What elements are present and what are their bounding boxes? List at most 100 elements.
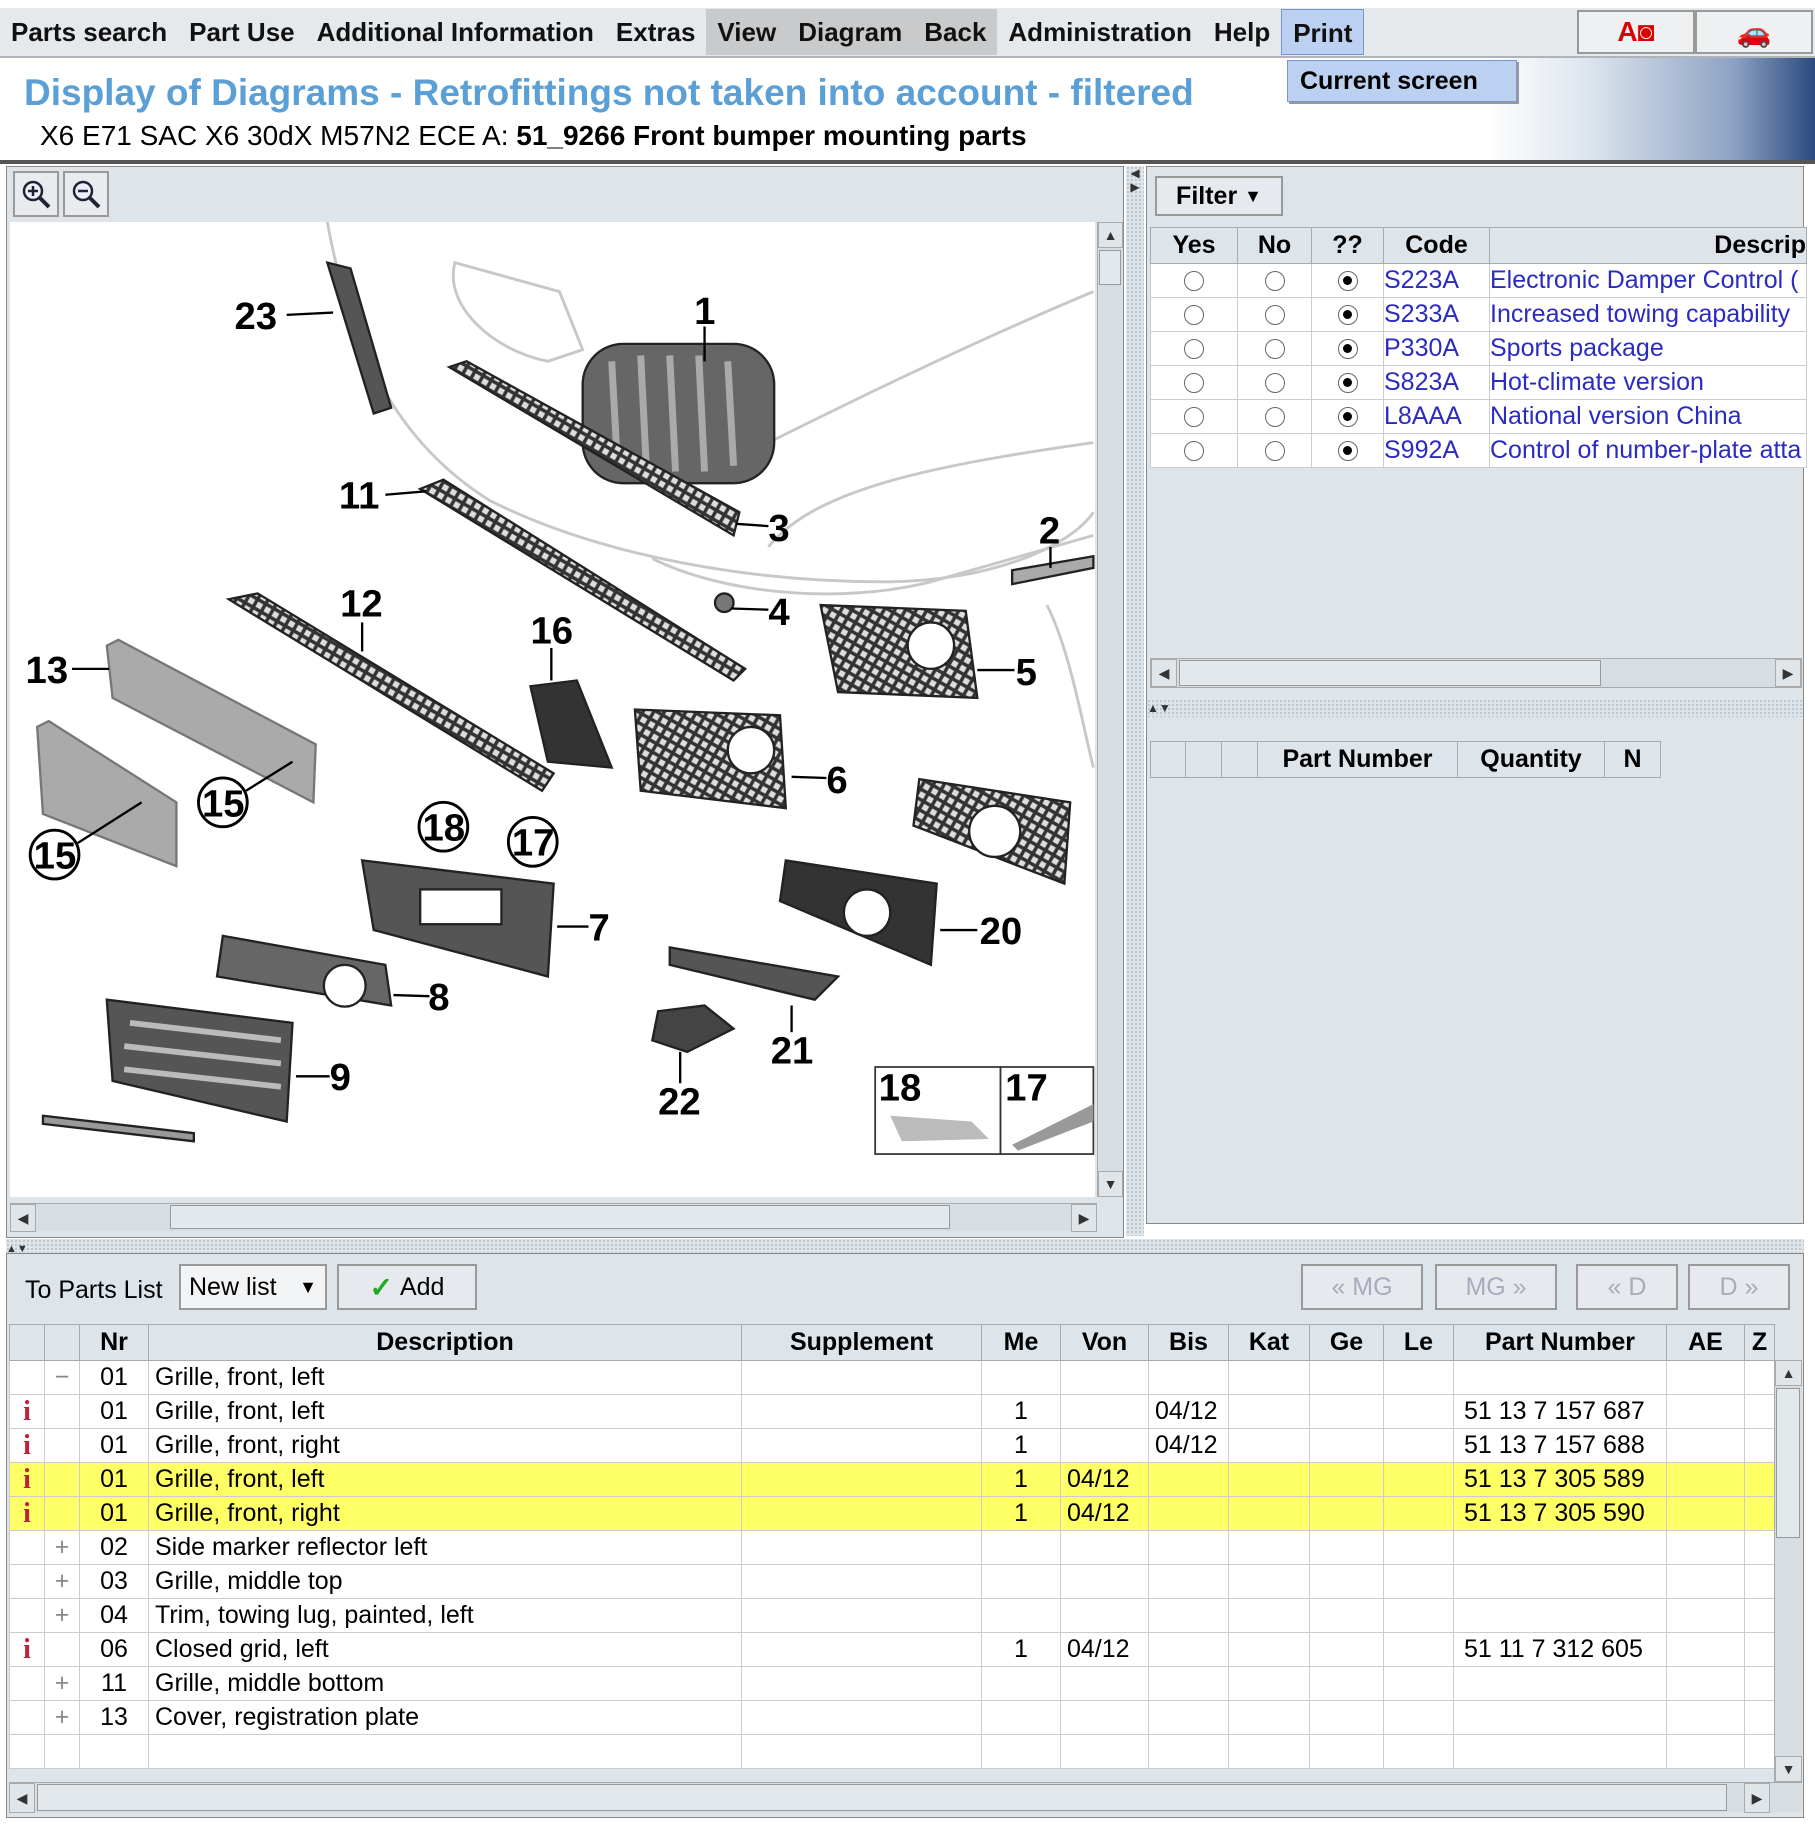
add-button[interactable]: ✓ Add: [337, 1264, 477, 1310]
table-row[interactable]: +11 Grille, middle bottom: [9, 1666, 1775, 1701]
next-mg-button[interactable]: MG »: [1435, 1264, 1557, 1310]
radio-no[interactable]: [1264, 407, 1285, 428]
radio-unknown[interactable]: [1337, 407, 1358, 428]
radio-no[interactable]: [1264, 305, 1285, 326]
expand-toggle[interactable]: +: [44, 1598, 80, 1633]
callout-9[interactable]: 9: [330, 1056, 351, 1099]
scroll-up-arrow-icon[interactable]: ▲: [1098, 222, 1123, 248]
filter-col-header[interactable]: No: [1237, 227, 1312, 264]
parts-col-header[interactable]: Part Number: [1453, 1324, 1667, 1361]
menu-part-use[interactable]: Part Use: [178, 9, 306, 55]
filter-button[interactable]: Filter ▼: [1155, 176, 1283, 216]
info-icon[interactable]: i: [9, 1394, 45, 1429]
table-row[interactable]: [9, 1734, 1775, 1769]
callout-15[interactable]: 15: [202, 782, 245, 825]
horizontal-splitter[interactable]: ▲▼: [1147, 699, 1803, 717]
table-row[interactable]: i 01 Grille, front, right 1 04/12 51 13 7 157…: [9, 1428, 1775, 1463]
menu-view[interactable]: View: [706, 9, 788, 55]
parts-col-header[interactable]: Ge: [1309, 1324, 1384, 1361]
radio-yes[interactable]: [1184, 271, 1204, 292]
option-code-link[interactable]: S233A: [1383, 297, 1490, 332]
menu-help[interactable]: Help: [1203, 9, 1281, 55]
filter-col-header[interactable]: Yes: [1150, 227, 1238, 264]
menu-diagram[interactable]: Diagram: [787, 9, 914, 55]
callout-4[interactable]: 4: [768, 591, 790, 634]
parts-col-header[interactable]: [44, 1324, 80, 1361]
scroll-left-arrow-icon[interactable]: ◀: [10, 1204, 36, 1232]
zoom-in-button[interactable]: [13, 171, 59, 217]
info-icon[interactable]: i: [9, 1632, 45, 1667]
radio-no[interactable]: [1264, 271, 1285, 292]
parts-list-select[interactable]: New list ▼: [179, 1264, 327, 1310]
next-d-button[interactable]: D »: [1688, 1264, 1790, 1310]
option-description-link[interactable]: National version China: [1489, 399, 1807, 434]
table-row[interactable]: +04 Trim, towing lug, painted, left: [9, 1598, 1775, 1633]
scroll-right-arrow-icon[interactable]: ▶: [1744, 1783, 1770, 1813]
selected-parts-col-header[interactable]: Part Number: [1257, 741, 1458, 778]
info-icon[interactable]: i: [9, 1462, 45, 1497]
table-row[interactable]: +02 Side marker reflector left: [9, 1530, 1775, 1565]
radio-unknown[interactable]: [1337, 339, 1358, 360]
table-row[interactable]: +03 Grille, middle top: [9, 1564, 1775, 1599]
callout-8[interactable]: 8: [428, 976, 449, 1019]
callout-21[interactable]: 21: [771, 1030, 814, 1073]
prev-d-button[interactable]: « D: [1576, 1264, 1678, 1310]
parts-col-header[interactable]: Bis: [1148, 1324, 1229, 1361]
menu-additional-information[interactable]: Additional Information: [306, 9, 605, 55]
radio-no[interactable]: [1264, 373, 1285, 394]
callout-15[interactable]: 15: [34, 835, 77, 878]
prev-mg-button[interactable]: « MG: [1301, 1264, 1423, 1310]
table-row[interactable]: i 06 Closed grid, left 1 04/12 51 11 7 312 60…: [9, 1632, 1775, 1667]
parts-col-header[interactable]: Nr: [79, 1324, 149, 1361]
option-code-link[interactable]: S223A: [1383, 263, 1490, 298]
menu-administration[interactable]: Administration: [997, 9, 1202, 55]
radio-unknown[interactable]: [1337, 373, 1358, 394]
callout-3[interactable]: 3: [768, 507, 789, 550]
splitter-arrows-icon[interactable]: ▲▼: [1147, 701, 1171, 715]
expand-toggle[interactable]: +: [44, 1700, 80, 1735]
scroll-down-arrow-icon[interactable]: ▼: [1775, 1756, 1802, 1782]
menu-back[interactable]: Back: [913, 9, 998, 55]
parts-col-header[interactable]: Supplement: [741, 1324, 982, 1361]
parts-horizontal-scrollbar[interactable]: ◀ ▶: [9, 1782, 1802, 1813]
radio-yes[interactable]: [1184, 305, 1204, 326]
parts-vertical-scrollbar[interactable]: ▲ ▼: [1774, 1360, 1802, 1782]
table-row[interactable]: i 01 Grille, front, left 1 04/12 51 13 7 157 …: [9, 1394, 1775, 1429]
scroll-down-arrow-icon[interactable]: ▼: [1098, 1171, 1123, 1197]
selected-parts-col-header[interactable]: [1221, 741, 1258, 778]
scroll-right-arrow-icon[interactable]: ▶: [1775, 659, 1801, 687]
callout-23[interactable]: 23: [234, 295, 277, 338]
callout-1[interactable]: 1: [694, 290, 715, 333]
selected-parts-col-header[interactable]: N: [1604, 741, 1661, 778]
selected-parts-col-header[interactable]: Quantity: [1457, 741, 1605, 778]
splitter-arrows-icon[interactable]: ◀ ▶: [1126, 166, 1144, 194]
option-code-link[interactable]: S823A: [1383, 365, 1490, 400]
option-code-link[interactable]: P330A: [1383, 331, 1490, 366]
radio-yes[interactable]: [1184, 339, 1204, 360]
callout-13[interactable]: 13: [26, 649, 69, 692]
selected-parts-col-header[interactable]: [1185, 741, 1222, 778]
option-description-link[interactable]: Electronic Damper Control (: [1489, 263, 1807, 298]
radio-yes[interactable]: [1184, 407, 1204, 428]
option-description-link[interactable]: Hot-climate version: [1489, 365, 1807, 400]
vehicle-button[interactable]: 🚗: [1695, 10, 1813, 54]
expand-toggle[interactable]: +: [44, 1530, 80, 1565]
option-description-link[interactable]: Control of number-plate atta: [1489, 433, 1807, 468]
callout-12[interactable]: 12: [340, 583, 383, 626]
option-code-link[interactable]: L8AAA: [1383, 399, 1490, 434]
table-row[interactable]: i 01 Grille, front, left 1 04/12 51 13 7 305 …: [9, 1462, 1775, 1497]
parts-col-header[interactable]: Von: [1060, 1324, 1149, 1361]
scrollbar-thumb[interactable]: [1179, 660, 1601, 686]
parts-col-header[interactable]: Kat: [1228, 1324, 1310, 1361]
radio-unknown[interactable]: [1337, 305, 1358, 326]
main-horizontal-splitter[interactable]: ▲▼: [6, 1239, 1804, 1255]
filter-col-header[interactable]: Code: [1383, 227, 1490, 264]
parts-col-header[interactable]: AE: [1666, 1324, 1745, 1361]
option-code-link[interactable]: S992A: [1383, 433, 1490, 468]
callout-6[interactable]: 6: [826, 759, 847, 802]
radio-unknown[interactable]: [1337, 441, 1358, 462]
callout-11[interactable]: 11: [339, 475, 380, 518]
table-row[interactable]: −01 Grille, front, left: [9, 1360, 1775, 1395]
filter-col-header[interactable]: Descrip: [1489, 227, 1807, 264]
zoom-out-button[interactable]: [63, 171, 109, 217]
